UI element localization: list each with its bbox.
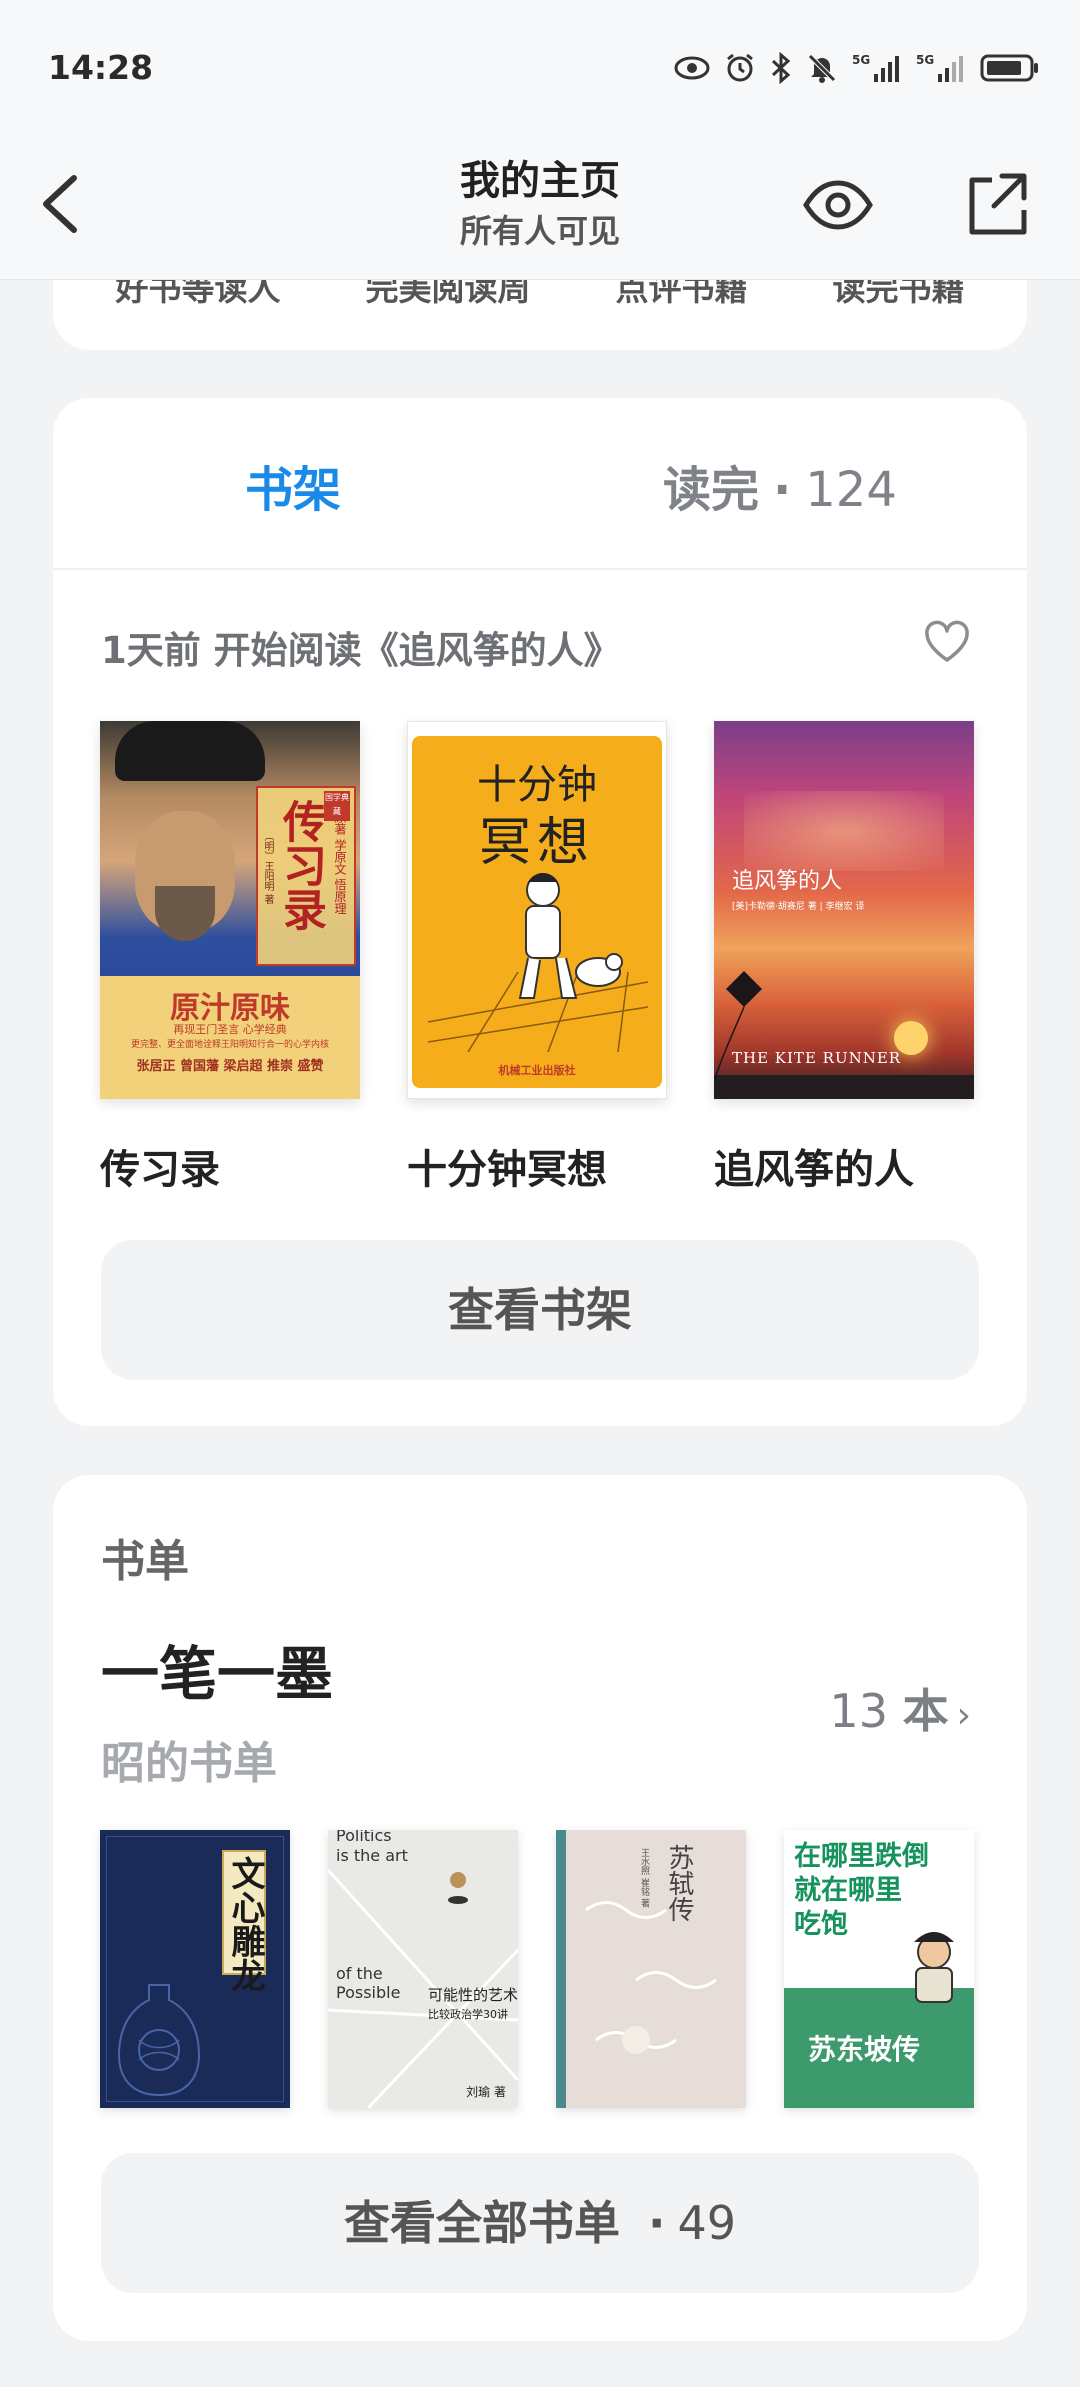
page-title: 我的主页 bbox=[460, 158, 620, 204]
book-cover[interactable]: 传习录 读原著 学原文 悟原理 〔明〕王阳明 著 国学典藏 原汁原味 再现王门圣… bbox=[100, 721, 360, 1099]
visibility-button[interactable] bbox=[800, 170, 876, 240]
button-dot: · bbox=[647, 2196, 666, 2250]
svg-text:5G: 5G bbox=[916, 53, 934, 67]
hat-shape bbox=[115, 721, 265, 781]
booklist-cover[interactable]: 在哪里跌倒 就在哪里 吃饱 苏东坡传 bbox=[784, 1830, 974, 2108]
cover-en-text: Politics bbox=[336, 1830, 392, 1845]
alarm-icon bbox=[724, 52, 756, 84]
tab-finished[interactable]: 读完 · 124 bbox=[663, 450, 897, 520]
book-item[interactable]: 追风筝的人 [美]卡勒德·胡赛尼 著 | 李继宏 译 THE KITE RUNN… bbox=[714, 721, 974, 1195]
cloud-shape bbox=[744, 791, 944, 871]
cover-title: 苏轼传 bbox=[664, 1844, 694, 1922]
cover-title: 文心雕龙 bbox=[225, 1856, 265, 1992]
booklist-cover[interactable]: Politics is the art of the Possible 可能性的… bbox=[328, 1830, 518, 2108]
view-bookshelf-button[interactable]: 查看书架 bbox=[101, 1240, 979, 1380]
cover-title: 传习录 bbox=[275, 799, 326, 931]
chevron-right-icon: › bbox=[956, 1695, 971, 1736]
share-button[interactable] bbox=[960, 168, 1030, 240]
recent-activity[interactable]: 1天前 开始阅读《追风筝的人》 bbox=[101, 620, 621, 674]
tab-finished-dot: · bbox=[773, 462, 792, 518]
booklist-count: 13 bbox=[829, 1684, 888, 1738]
cover-en-text: is the art bbox=[336, 1846, 408, 1865]
booklist-owner: 昭的书单 bbox=[101, 1738, 277, 1789]
page-subtitle: 所有人可见 bbox=[459, 212, 620, 250]
svg-text:5G: 5G bbox=[852, 53, 870, 67]
spine-stripe bbox=[556, 1830, 566, 2108]
cover-side-text: 读原著 学原文 悟原理 bbox=[333, 799, 347, 915]
booklist-label: 书单 bbox=[101, 1536, 189, 1587]
booklist-cover[interactable]: 苏轼传 王水照 崔铭 著 bbox=[556, 1830, 746, 2108]
tab-bookshelf[interactable]: 书架 bbox=[245, 450, 341, 520]
cover-subtitle: 再现王门圣言 心学经典 bbox=[173, 1023, 287, 1036]
book-item[interactable]: 传习录 读原著 学原文 悟原理 〔明〕王阳明 著 国学典藏 原汁原味 再现王门圣… bbox=[100, 721, 360, 1195]
share-icon bbox=[969, 173, 1027, 235]
bluetooth-icon bbox=[770, 52, 792, 84]
booklist-count-link[interactable]: 13 本 › bbox=[829, 1675, 971, 1741]
cover-author: [美]卡勒德·胡赛尼 著 | 李继宏 译 bbox=[732, 902, 865, 912]
cover-subtitle: 更完整、更全面地诠释王阳明知行合一的心学内核 bbox=[130, 1040, 329, 1050]
status-icons: 5G 5G bbox=[674, 50, 1040, 86]
cover-author: 〔明〕王阳明 著 bbox=[262, 831, 273, 905]
button-count: 49 bbox=[677, 2196, 737, 2250]
eye-status-icon bbox=[674, 55, 710, 81]
like-button[interactable] bbox=[923, 618, 971, 666]
book-item[interactable]: 十分钟 冥想 机械工业出版社 十分钟冥想 bbox=[407, 721, 667, 1195]
cover-title-line: 就在哪里 bbox=[794, 1875, 902, 1906]
booklist-card: 书单 一笔一墨 昭的书单 13 本 › 文心雕龙 Politics is the … bbox=[53, 1475, 1027, 2341]
cover-badge: 国学典藏 bbox=[324, 791, 350, 821]
cover-publisher: 机械工业出版社 bbox=[498, 1064, 576, 1077]
cover-title-line: 吃饱 bbox=[794, 1909, 848, 1940]
mute-icon bbox=[806, 52, 838, 84]
cover-author: 刘瑜 著 bbox=[466, 2085, 506, 2099]
book-cover[interactable]: 追风筝的人 [美]卡勒德·胡赛尼 著 | 李继宏 译 THE KITE RUNN… bbox=[714, 721, 974, 1099]
meditation-illustration bbox=[428, 873, 648, 1052]
cover-title: 追风筝的人 bbox=[732, 869, 843, 894]
bookshelf-card: 书架 读完 · 124 1天前 开始阅读《追风筝的人》 传习录 读原著 学原文 悟原… bbox=[53, 398, 1027, 1426]
cover-en-text: Possible bbox=[336, 1983, 401, 2002]
eye-icon bbox=[803, 180, 873, 230]
cover-author: 王水照 崔铭 著 bbox=[639, 1848, 649, 1908]
booklist-unit: 本 bbox=[902, 1684, 949, 1738]
vase-pattern bbox=[117, 1984, 201, 2097]
tab-finished-label: 读完 bbox=[663, 462, 760, 518]
signal-icon-2: 5G bbox=[916, 52, 966, 84]
heart-icon bbox=[925, 620, 969, 662]
view-all-booklists-button[interactable]: 查看全部书单 · 49 bbox=[101, 2153, 979, 2293]
book-title[interactable]: 追风筝的人 bbox=[714, 1137, 974, 1195]
status-bar: 14:28 5G 5G bbox=[0, 0, 1080, 130]
battery-icon bbox=[980, 53, 1040, 83]
button-label: 查看全部书单 bbox=[343, 2196, 620, 2250]
cover-name: 苏东坡传 bbox=[808, 2033, 921, 2066]
status-time: 14:28 bbox=[48, 48, 154, 87]
divider bbox=[53, 568, 1027, 570]
cover-title-line: 在哪里跌倒 bbox=[794, 1841, 929, 1872]
tab-finished-count: 124 bbox=[805, 462, 897, 518]
booklist-name[interactable]: 一笔一墨 bbox=[101, 1627, 333, 1711]
book-title[interactable]: 传习录 bbox=[100, 1137, 360, 1195]
cover-title: 可能性的艺术 bbox=[428, 1986, 518, 2004]
book-title[interactable]: 十分钟冥想 bbox=[407, 1137, 667, 1195]
signal-icon-1: 5G bbox=[852, 52, 902, 84]
cover-subtitle: 张居正 曾国藩 梁启超 推崇 盛赞 bbox=[136, 1059, 324, 1074]
booklist-cover[interactable]: 文心雕龙 bbox=[100, 1830, 290, 2108]
cloud-pattern bbox=[585, 1901, 717, 2054]
cover-en-text: of the bbox=[336, 1964, 383, 1983]
cover-subtitle: 比较政治学30讲 bbox=[428, 2008, 508, 2021]
figure-illustration bbox=[914, 1932, 954, 2003]
book-cover[interactable]: 十分钟 冥想 机械工业出版社 bbox=[407, 721, 667, 1099]
nav-bar: 我的主页 所有人可见 bbox=[0, 130, 1080, 280]
cover-english-title: THE KITE RUNNER bbox=[732, 1049, 902, 1067]
